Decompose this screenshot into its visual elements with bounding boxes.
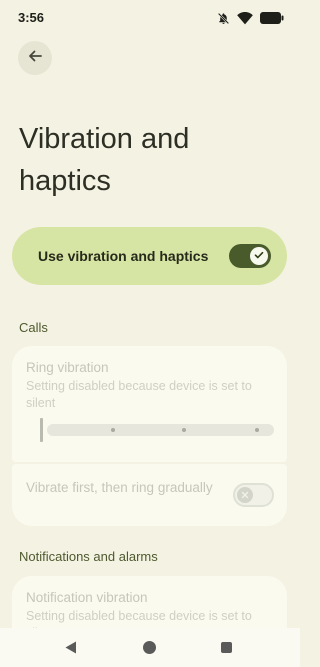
ring-vibration-subtitle: Setting disabled because device is set t… bbox=[26, 379, 252, 410]
recents-icon[interactable] bbox=[221, 642, 232, 653]
ring-vibration-slider[interactable] bbox=[40, 418, 274, 442]
navigation-bar bbox=[0, 628, 300, 667]
calls-section-header: Calls bbox=[19, 320, 48, 335]
slider-tick bbox=[182, 428, 186, 432]
check-icon bbox=[254, 247, 264, 265]
battery-icon bbox=[260, 12, 284, 24]
status-time: 3:56 bbox=[18, 10, 45, 25]
close-icon bbox=[241, 486, 249, 504]
switch-knob bbox=[250, 247, 268, 265]
vibrate-first-row[interactable]: Vibrate first, then ring gradually bbox=[12, 464, 287, 526]
use-vibration-switch[interactable] bbox=[229, 244, 271, 268]
use-vibration-toggle-row[interactable]: Use vibration and haptics bbox=[12, 227, 287, 285]
ring-vibration-card: Ring vibration Setting disabled because … bbox=[12, 346, 287, 462]
slider-tick bbox=[255, 428, 259, 432]
notifications-section-header: Notifications and alarms bbox=[19, 549, 158, 564]
slider-track bbox=[47, 424, 274, 436]
vibrate-first-switch[interactable] bbox=[233, 483, 274, 507]
back-icon[interactable] bbox=[65, 641, 77, 659]
wifi-icon bbox=[237, 11, 253, 25]
slider-handle[interactable] bbox=[40, 418, 43, 442]
muted-bell-icon bbox=[217, 12, 230, 25]
switch-knob bbox=[237, 487, 253, 503]
home-icon[interactable] bbox=[143, 641, 156, 654]
arrow-left-icon bbox=[27, 48, 43, 69]
status-bar: 3:56 bbox=[0, 0, 300, 36]
vibration-settings-screen: 3:56 Vibration and haptics Use vibration… bbox=[0, 0, 300, 667]
page-title: Vibration and haptics bbox=[19, 123, 190, 197]
status-icons bbox=[217, 11, 284, 25]
ring-vibration-title: Ring vibration bbox=[26, 360, 109, 375]
slider-tick bbox=[111, 428, 115, 432]
vibrate-first-title: Vibrate first, then ring gradually bbox=[26, 480, 213, 495]
notification-vibration-title: Notification vibration bbox=[26, 590, 148, 605]
back-button[interactable] bbox=[18, 41, 52, 75]
use-vibration-label: Use vibration and haptics bbox=[38, 248, 209, 264]
